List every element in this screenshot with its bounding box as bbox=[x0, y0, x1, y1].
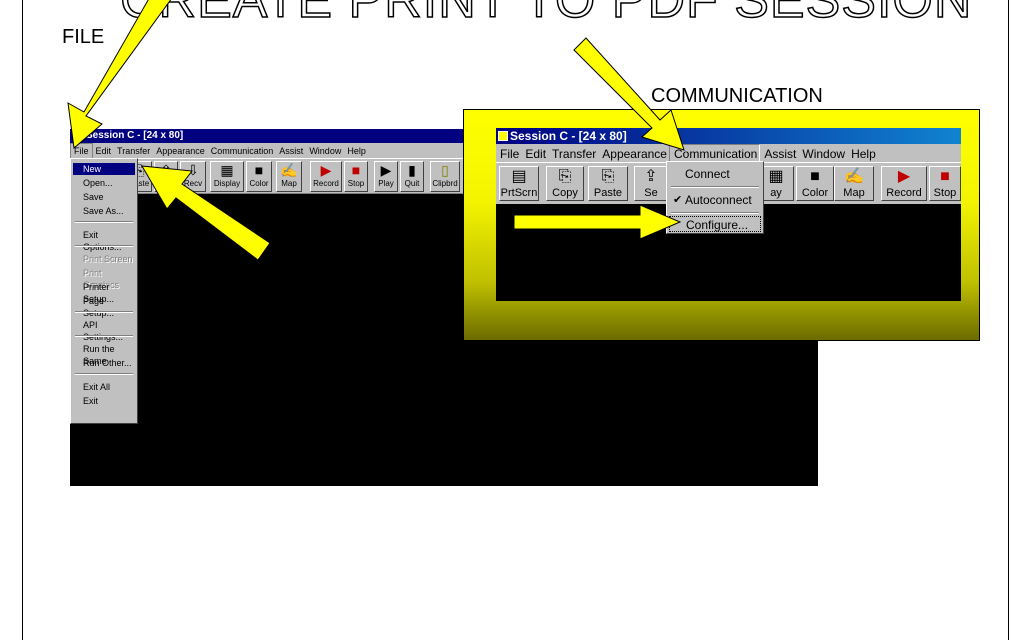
toolbar-button-send[interactable]: ⇪ Se bbox=[634, 166, 668, 201]
display-icon: ▦ bbox=[768, 168, 784, 185]
send-icon: ⇪ bbox=[160, 162, 172, 178]
toolbar-button-record[interactable]: ▶ Record bbox=[310, 161, 342, 192]
stop-macro-icon: ■ bbox=[351, 162, 361, 178]
file-menu-item-open[interactable]: Open... bbox=[73, 177, 135, 189]
toolbar-button-stop[interactable]: ■ Stop bbox=[344, 161, 368, 192]
menu-separator bbox=[75, 221, 133, 223]
menu-separator bbox=[671, 186, 759, 188]
menu-edit[interactable]: Edit bbox=[93, 144, 115, 159]
menu-transfer[interactable]: Transfer bbox=[548, 145, 598, 163]
file-menu-item-run-the-same[interactable]: Run the Same bbox=[73, 343, 135, 366]
app-icon bbox=[498, 131, 508, 141]
file-menu-item-printer-setup[interactable]: Printer Setup... bbox=[73, 281, 135, 304]
stop-macro-icon: ■ bbox=[940, 168, 950, 185]
checkmark-icon: ✔ bbox=[673, 194, 683, 206]
communication-dropdown-menu: Connect ✔ Autoconnect Configure... bbox=[666, 161, 764, 234]
toolbar-button-map[interactable]: ✍ Map bbox=[276, 161, 302, 192]
comm-menu-item-configure[interactable]: Configure... bbox=[669, 216, 761, 232]
menu-assist[interactable]: Assist bbox=[760, 145, 798, 163]
color-palette-icon: ■ bbox=[810, 168, 820, 185]
toolbar-button-display[interactable]: ▦ Display bbox=[210, 161, 244, 192]
display-icon: ▦ bbox=[220, 162, 234, 178]
toolbar-button-send[interactable]: ⇪ bbox=[154, 161, 178, 192]
record-macro-icon: ▶ bbox=[320, 162, 332, 178]
clipboard-icon: ▯ bbox=[441, 162, 449, 178]
toolbar-button-stop[interactable]: ■ Stop bbox=[929, 166, 961, 201]
menu-separator bbox=[75, 311, 133, 313]
file-menu-item-save[interactable]: Save bbox=[73, 191, 135, 203]
comm-menu-item-connect[interactable]: Connect bbox=[669, 166, 761, 182]
comm-menu-item-autoconnect[interactable]: ✔ Autoconnect bbox=[669, 192, 761, 208]
menu-separator bbox=[75, 373, 133, 375]
communication-callout-label: COMMUNICATION bbox=[651, 85, 823, 107]
session-window-communication-menu: Session C - [24 x 80] File Edit Transfer Ap… bbox=[496, 128, 961, 301]
menu-appearance[interactable]: Appearance bbox=[598, 145, 669, 163]
menu-transfer[interactable]: Transfer bbox=[114, 144, 153, 159]
menu-help[interactable]: Help bbox=[847, 145, 878, 163]
receive-icon: ⇩ bbox=[187, 162, 199, 178]
keyboard-map-icon: ✍ bbox=[280, 162, 298, 178]
toolbar-button-record[interactable]: ▶ Record bbox=[881, 166, 927, 201]
file-menu-item-exit-options[interactable]: Exit Options... bbox=[73, 229, 135, 252]
new-callout-label: NEW bbox=[192, 268, 258, 299]
file-callout-label: FILE bbox=[62, 26, 105, 48]
keyboard-map-icon: ✍ bbox=[844, 168, 864, 185]
menu-separator bbox=[75, 335, 133, 337]
file-menu-item-print-screen: Print Screen bbox=[83, 254, 133, 264]
configure-callout-label: CONFIGURE bbox=[527, 246, 647, 268]
toolbar-button-paste[interactable]: ⎘ Paste bbox=[588, 166, 628, 201]
toolbar-button-prtscrn[interactable]: ▤ PrtScrn bbox=[499, 166, 539, 201]
file-menu-item-run-other[interactable]: Run Other... bbox=[73, 357, 135, 369]
toolbar-button-quit[interactable]: ▮ Quit bbox=[400, 161, 424, 192]
menu-communication[interactable]: Communication bbox=[208, 144, 277, 159]
window-title: Session C - [24 x 80] bbox=[86, 130, 184, 141]
file-menu-item-page-setup[interactable]: Page Setup... bbox=[73, 295, 135, 318]
play-macro-icon: ▶ bbox=[380, 162, 392, 178]
color-palette-icon: ■ bbox=[254, 162, 264, 178]
file-dropdown-menu: New Open... Save Save As... Exit Options… bbox=[70, 158, 138, 424]
copy-icon: ⎘ bbox=[558, 168, 572, 185]
menu-window[interactable]: Window bbox=[798, 145, 847, 163]
file-menu-item-exit[interactable]: Exit bbox=[73, 395, 135, 407]
toolbar-button-color[interactable]: ■ Color bbox=[796, 166, 834, 201]
file-menu-item-print-graphics: Print Graphics bbox=[83, 268, 120, 290]
toolbar-button-clipbrd[interactable]: ▯ Clipbrd bbox=[430, 161, 460, 192]
slide: CREATE PRINT TO PDF SESSION FILE COMMUNI… bbox=[0, 0, 1011, 640]
record-macro-icon: ▶ bbox=[897, 168, 911, 185]
file-menu-item-api-settings[interactable]: API Settings... bbox=[73, 319, 135, 342]
slide-title: CREATE PRINT TO PDF SESSION bbox=[119, 0, 973, 30]
menu-bar: File Edit Transfer Appearance Communication A… bbox=[496, 144, 961, 164]
menu-separator bbox=[671, 212, 759, 214]
autoconnect-label: Autoconnect bbox=[685, 193, 752, 207]
prtscrn-icon: ▤ bbox=[511, 168, 527, 185]
file-menu-item-new[interactable]: New bbox=[73, 163, 135, 175]
window-title: Session C - [24 x 80] bbox=[510, 129, 627, 143]
toolbar-button-recv[interactable]: ⇩ Recv bbox=[180, 161, 206, 192]
menu-appearance[interactable]: Appearance bbox=[153, 144, 208, 159]
slide-border-right bbox=[1008, 0, 1009, 640]
menu-edit[interactable]: Edit bbox=[521, 145, 548, 163]
slide-border-left bbox=[22, 0, 23, 640]
menu-window[interactable]: Window bbox=[306, 144, 344, 159]
file-menu-item-save-as[interactable]: Save As... bbox=[73, 205, 135, 217]
menu-separator bbox=[75, 245, 133, 247]
paste-icon: ⎘ bbox=[601, 168, 615, 185]
menu-assist[interactable]: Assist bbox=[276, 144, 306, 159]
quit-icon: ▮ bbox=[408, 162, 416, 178]
file-menu-item-exit-all[interactable]: Exit All bbox=[73, 381, 135, 393]
toolbar-button-map[interactable]: ✍ Map bbox=[834, 166, 874, 201]
app-icon bbox=[73, 131, 83, 141]
toolbar-button-play[interactable]: ▶ Play bbox=[374, 161, 398, 192]
send-icon: ⇪ bbox=[644, 168, 658, 185]
toolbar-button-copy[interactable]: ⎘ Copy bbox=[546, 166, 584, 201]
toolbar-button-color[interactable]: ■ Color bbox=[246, 161, 272, 192]
window-titlebar[interactable]: Session C - [24 x 80] bbox=[496, 128, 961, 144]
menu-help[interactable]: Help bbox=[344, 144, 369, 159]
menu-file[interactable]: File bbox=[496, 145, 521, 163]
